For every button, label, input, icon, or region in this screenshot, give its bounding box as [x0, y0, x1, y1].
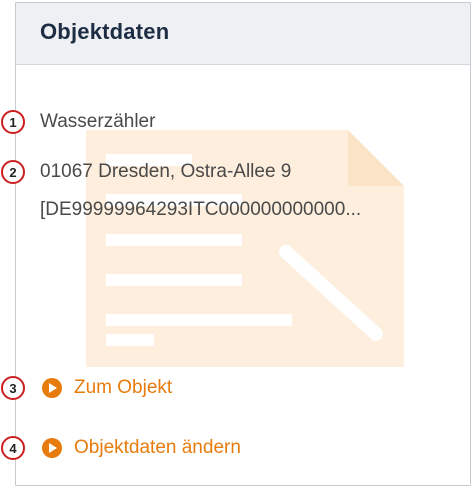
callout-4-badge: 4 [1, 436, 25, 460]
object-id-text: [DE99999964293ITC000000000000... [40, 199, 362, 220]
callout-3-badge: 3 [1, 376, 25, 400]
play-arrow-icon [42, 378, 62, 398]
panel-header: Objektdaten [16, 3, 470, 65]
zum-objekt-link-label: Zum Objekt [74, 377, 173, 398]
zum-objekt-link[interactable]: Zum Objekt [42, 376, 172, 400]
callout-2-badge: 2 [1, 160, 25, 184]
play-arrow-icon [42, 438, 62, 458]
object-address-text: 01067 Dresden, Ostra-Allee 9 [40, 161, 292, 182]
panel-title: Objektdaten [40, 19, 170, 44]
object-type-text: Wasserzähler [40, 111, 156, 132]
callout-1-badge: 1 [1, 110, 25, 134]
objektdaten-aendern-link-label: Objektdaten ändern [74, 437, 241, 458]
objektdaten-aendern-link[interactable]: Objektdaten ändern [42, 436, 241, 460]
